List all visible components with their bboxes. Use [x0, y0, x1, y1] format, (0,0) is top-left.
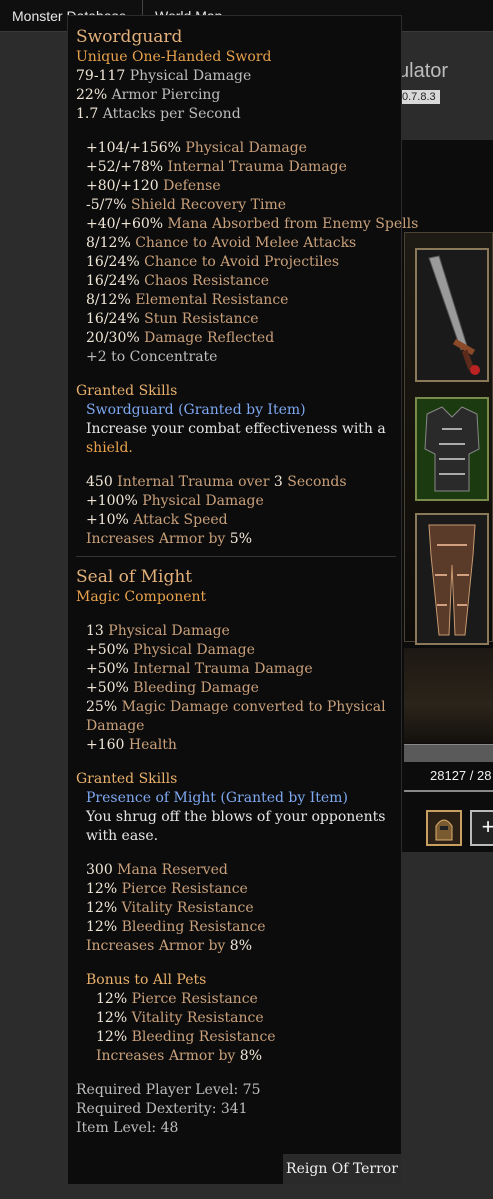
modifier: +50% Internal Trauma Damage [86, 661, 313, 677]
item-level: Item Level: 48 [76, 1120, 179, 1136]
section-divider [76, 556, 396, 557]
component-name: Seal of Might [76, 567, 193, 587]
sword-icon [428, 255, 480, 375]
item-name: Swordguard [76, 27, 183, 47]
skill-stat: 12% Vitality Resistance [86, 900, 254, 916]
chest-armor-slot[interactable] [415, 397, 489, 501]
item-tooltip: Swordguard Unique One-Handed Sword 79-11… [67, 15, 419, 1185]
weapon-slot[interactable] [415, 248, 489, 382]
pet-bonus-heading: Bonus to All Pets [86, 972, 207, 988]
skill-stat: Increases Armor by 8% [86, 938, 253, 954]
granted-skill-description-cont: with ease. [86, 828, 159, 844]
required-level: Required Player Level: 75 [76, 1082, 261, 1098]
divider [404, 790, 493, 792]
modifier: +160 Health [86, 737, 177, 753]
pet-stat: 12% Vitality Resistance [96, 1010, 264, 1026]
helmet-icon [435, 819, 453, 841]
modifier-cont: Damage [86, 718, 145, 734]
modifier: -5/7% Shield Recovery Time [86, 197, 287, 213]
modifier: 16/24% Stun Resistance [86, 311, 259, 327]
base-stat: 22% Armor Piercing [76, 87, 221, 103]
modifier: +2 to Concentrate [86, 349, 218, 365]
scene-preview [404, 648, 493, 743]
granted-skills-heading: Granted Skills [76, 383, 178, 399]
pet-stat: 12% Bleeding Resistance [96, 1029, 276, 1045]
modifier: +50% Bleeding Damage [86, 680, 259, 696]
skill-stat: +10% Attack Speed [86, 512, 228, 528]
modifier: +104/+156% Physical Damage [86, 140, 307, 156]
version-badge: 0.7.8.3 [398, 90, 440, 104]
base-stats: 79-117 Physical Damage 22% Armor Piercin… [76, 67, 396, 124]
app-title-fragment: ulator [398, 60, 449, 82]
leg-armor-icon [428, 524, 476, 636]
required-dexterity: Required Dexterity: 341 [76, 1101, 248, 1117]
modifier: 25% Magic Damage converted to Physical [86, 699, 386, 715]
modifier: +80/+120 Defense [86, 178, 221, 194]
character-portrait-button[interactable] [426, 810, 462, 846]
granted-skill-description: Increase your combat effectiveness with … [86, 421, 386, 437]
modifier: 16/24% Chance to Avoid Projectiles [86, 254, 340, 270]
granted-skill-description: You shrug off the blows of your opponent… [86, 809, 386, 825]
component-type: Magic Component [76, 589, 207, 605]
modifier: +52/+78% Internal Trauma Damage [86, 159, 347, 175]
experience-bar [404, 744, 493, 762]
base-stat: 1.7 Attacks per Second [76, 106, 241, 122]
skill-stat: 300 Mana Reserved [86, 862, 228, 878]
modifier: 8/12% Chance to Avoid Melee Attacks [86, 235, 357, 251]
skill-stat: 12% Bleeding Resistance [86, 919, 266, 935]
item-modifiers: +104/+156% Physical Damage +52/+78% Inte… [76, 139, 419, 367]
component-modifiers: 13 Physical Damage +50% Physical Damage … [76, 622, 396, 755]
modifier: 20/30% Damage Reflected [86, 330, 275, 346]
skill-stat: 450 Internal Trauma over 3 Seconds [86, 474, 347, 490]
skill-stat: +100% Physical Damage [86, 493, 264, 509]
leg-armor-slot[interactable] [415, 513, 489, 645]
modifier: 8/12% Elemental Resistance [86, 292, 289, 308]
chest-armor-icon [424, 406, 480, 492]
granted-skill-name: Swordguard (Granted by Item) [86, 402, 306, 418]
item-type: Unique One-Handed Sword [76, 49, 272, 65]
modifier: 13 Physical Damage [86, 623, 230, 639]
plus-icon: + [481, 814, 493, 839]
modifier: +40/+60% Mana Absorbed from Enemy Spells [86, 216, 419, 232]
base-stat: 79-117 Physical Damage [76, 68, 252, 84]
modifier: 16/24% Chaos Resistance [86, 273, 270, 289]
modifier: +50% Physical Damage [86, 642, 255, 658]
pet-stat: 12% Pierce Resistance [96, 991, 258, 1007]
add-button[interactable]: + [470, 810, 493, 846]
expansion-badge: Reign Of Terror [283, 1154, 401, 1184]
skill-stat: 12% Pierce Resistance [86, 881, 248, 897]
pet-stat: Increases Armor by 8% [96, 1048, 263, 1064]
granted-skill-description-cont: shield. [86, 440, 133, 456]
granted-skill-name: Presence of Might (Granted by Item) [86, 790, 348, 806]
granted-skills-heading: Granted Skills [76, 771, 178, 787]
skill-stat: Increases Armor by 5% [86, 531, 253, 547]
experience-text: 28127 / 28 [430, 768, 492, 783]
